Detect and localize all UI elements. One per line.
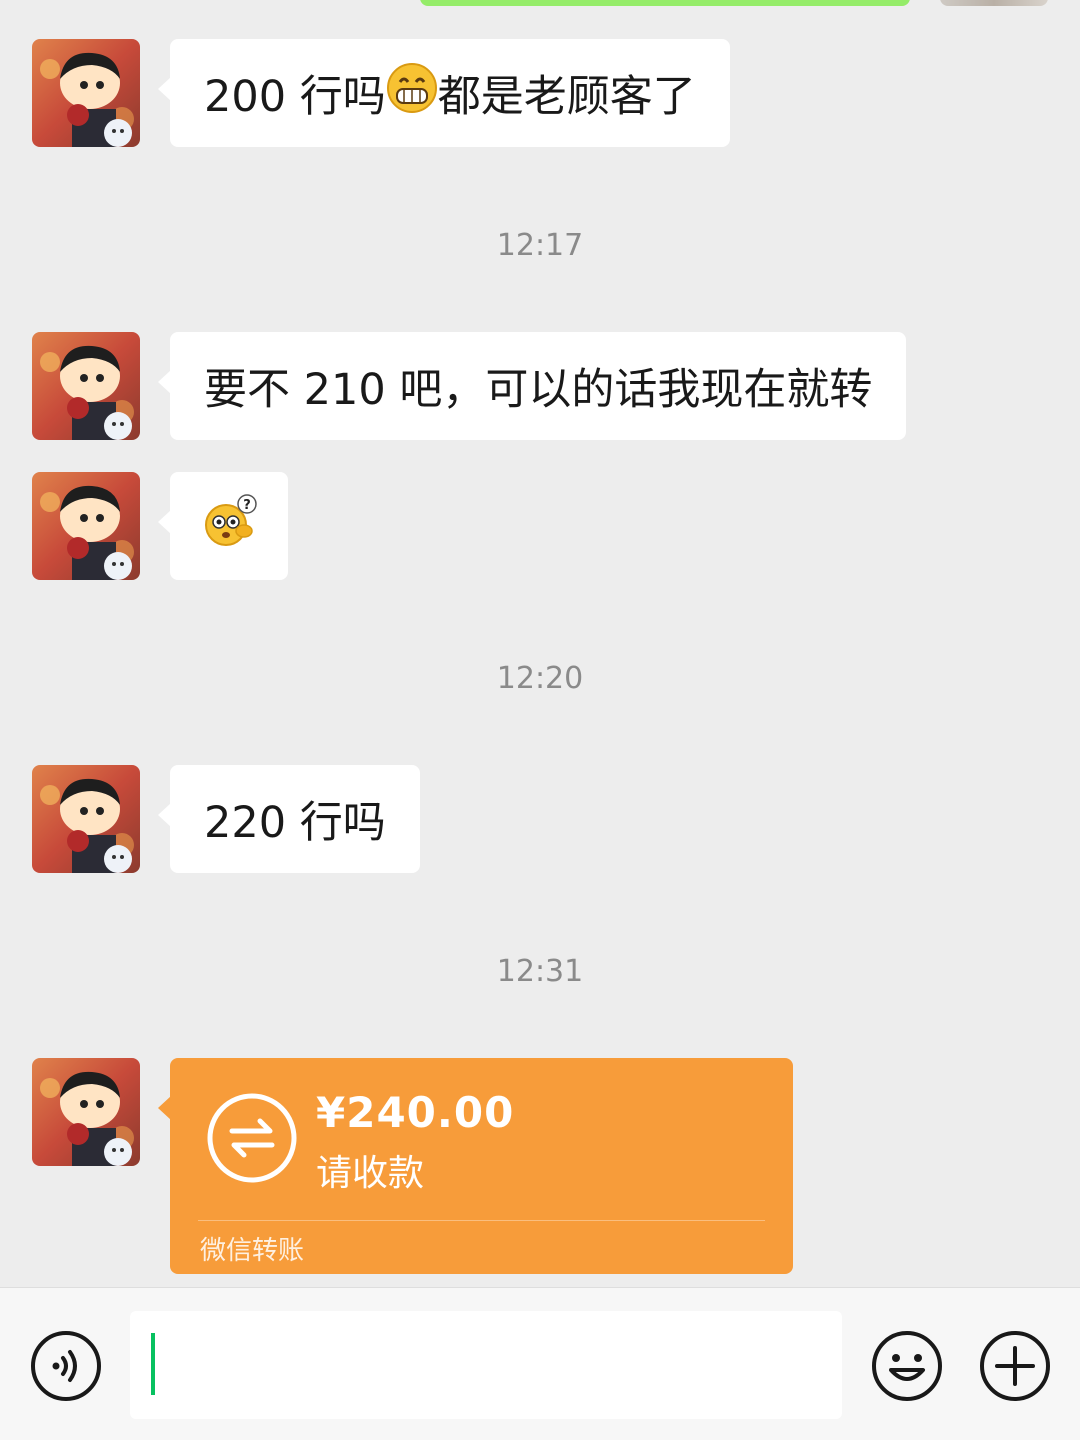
incoming-message-bubble[interactable]: 要不 210 吧，可以的话我现在就转 xyxy=(157,332,907,440)
divider xyxy=(198,1220,765,1221)
incoming-emoji-bubble[interactable]: ? xyxy=(158,472,288,580)
transfer-status: 请收款 xyxy=(316,1153,425,1194)
avatar-image xyxy=(32,472,140,580)
transfer-amount: ¥240.00 xyxy=(316,1088,515,1137)
contact-avatar[interactable] xyxy=(32,1058,140,1166)
voice-icon[interactable] xyxy=(30,1330,102,1402)
avatar-image xyxy=(32,1058,140,1166)
input-bar xyxy=(0,1287,1080,1440)
svg-text:?: ? xyxy=(243,498,251,513)
message-text: 要不 210 吧，可以的话我现在就转 xyxy=(204,365,873,415)
contact-avatar[interactable] xyxy=(32,472,140,580)
incoming-message-bubble[interactable]: 220 行吗 xyxy=(158,765,420,873)
timestamp: 12:17 xyxy=(496,228,584,263)
avatar-image xyxy=(32,765,140,873)
message-text: 都是老顾客了 xyxy=(437,72,696,122)
my-avatar-partial[interactable] xyxy=(940,0,1048,6)
timestamp: 12:31 xyxy=(496,954,584,989)
grin-emoji-icon xyxy=(386,62,438,125)
avatar-image xyxy=(32,39,140,147)
transfer-arrows-icon xyxy=(207,1093,297,1183)
timestamp: 12:20 xyxy=(496,661,584,696)
avatar-image xyxy=(32,332,140,440)
message-input[interactable] xyxy=(130,1311,842,1419)
wechat-transfer-card[interactable]: ¥240.00 请收款 微信转账 xyxy=(158,1058,793,1274)
text-caret xyxy=(151,1333,155,1395)
contact-avatar[interactable] xyxy=(32,765,140,873)
confused-question-emoji-icon: ? xyxy=(202,493,258,560)
incoming-message-bubble[interactable]: 200 行吗 都是老顾客了 xyxy=(158,39,730,147)
smiley-icon[interactable] xyxy=(871,1330,943,1402)
contact-avatar[interactable] xyxy=(32,332,140,440)
message-text: 220 行吗 xyxy=(204,798,386,848)
transfer-label: 微信转账 xyxy=(200,1236,305,1266)
message-text: 200 行吗 xyxy=(204,72,386,122)
contact-avatar[interactable] xyxy=(32,39,140,147)
chat-area[interactable]: 200 行吗 都是老顾客了 12:17 要不 210 吧，可以的话我现在就转 ?… xyxy=(0,0,1080,1287)
outgoing-message-bubble-partial[interactable] xyxy=(420,0,910,6)
plus-icon[interactable] xyxy=(979,1330,1051,1402)
